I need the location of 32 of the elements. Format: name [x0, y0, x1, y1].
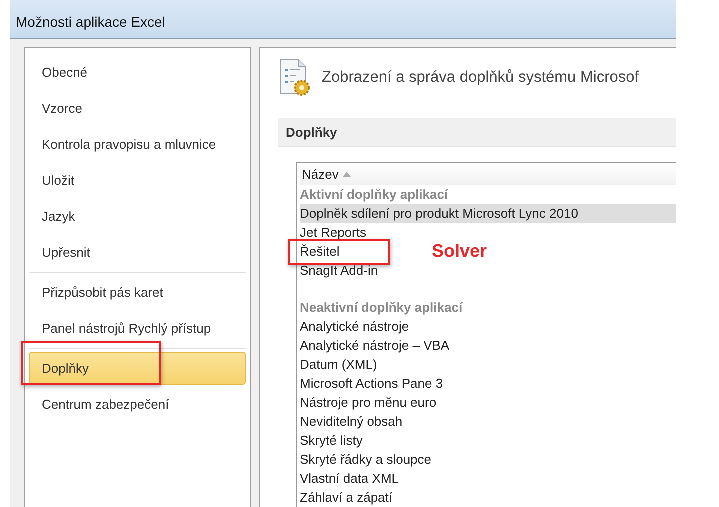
section-header: Doplňky	[278, 118, 676, 147]
addin-settings-icon	[278, 59, 312, 97]
addin-row[interactable]: Nástroje pro měnu euro	[300, 393, 437, 412]
addin-row[interactable]: Datum (XML)	[300, 355, 378, 374]
sidebar-item[interactable]: Uložit	[29, 164, 246, 197]
sidebar-item[interactable]: Jazyk	[29, 200, 246, 233]
sidebar-item[interactable]: Doplňky	[29, 352, 246, 385]
annotation-label: Solver	[432, 241, 488, 262]
sidebar-item[interactable]: Centrum zabezpečení	[29, 388, 246, 421]
sidebar-item[interactable]: Upřesnit	[29, 236, 246, 269]
addin-row[interactable]: Neviditelný obsah	[300, 412, 403, 431]
group-heading: Neaktivní doplňky aplikací	[300, 299, 464, 317]
addin-row[interactable]: Záhlaví a zápatí	[300, 488, 392, 507]
addin-row[interactable]: Skryté řádky a sloupce	[300, 450, 432, 469]
sidebar-item[interactable]: Přizpůsobit pás karet	[29, 276, 246, 309]
addin-row[interactable]: SnagIt Add-in	[300, 261, 378, 280]
addin-row[interactable]: Doplněk sdílení pro produkt Microsoft Lync 2010	[300, 204, 676, 223]
sidebar-item[interactable]: Vzorce	[29, 92, 246, 125]
addin-row[interactable]: Řešitel	[300, 242, 340, 261]
window-title: Možnosti aplikace Excel	[16, 14, 166, 30]
sort-up-icon	[342, 172, 351, 176]
addin-row[interactable]: Jet Reports	[300, 223, 366, 242]
group-heading: Aktivní doplňky aplikací	[300, 186, 450, 204]
page-heading: Zobrazení a správa doplňků systému Microsof	[322, 69, 640, 87]
sidebar-item[interactable]: Obecné	[29, 56, 246, 89]
sidebar-item[interactable]: Kontrola pravopisu a mluvnice	[29, 128, 246, 161]
addin-row[interactable]: Microsoft Actions Pane 3	[300, 374, 444, 393]
addin-row[interactable]: Vlastní data XML	[300, 469, 399, 488]
addin-row[interactable]: Analytické nástroje – VBA	[300, 336, 450, 355]
addin-row[interactable]: Skryté listy	[300, 431, 363, 450]
addin-row[interactable]: Analytické nástroje	[300, 317, 410, 336]
sidebar-item[interactable]: Panel nástrojů Rychlý přístup	[29, 312, 246, 345]
